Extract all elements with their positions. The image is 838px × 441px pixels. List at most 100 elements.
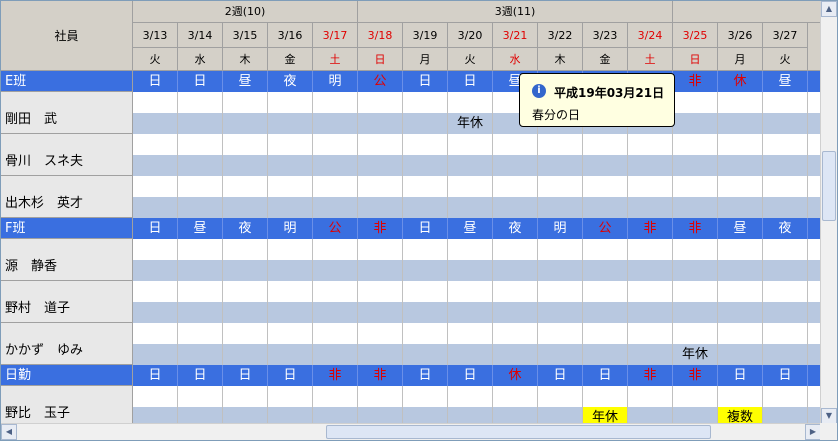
schedule-cell[interactable] [223,386,268,407]
shift-cell[interactable]: 昼 [448,218,493,239]
leave-cell[interactable] [178,344,223,365]
shift-cell[interactable]: 夜 [268,71,313,92]
leave-cell[interactable] [493,197,538,218]
schedule-cell[interactable] [538,134,583,155]
shift-cell[interactable]: 非 [358,218,403,239]
leave-cell[interactable] [313,155,358,176]
leave-cell[interactable] [223,260,268,281]
leave-cell[interactable] [358,260,403,281]
leave-cell[interactable] [358,302,403,323]
shift-cell[interactable]: 夜 [763,218,808,239]
shift-cell[interactable]: 昼 [223,71,268,92]
shift-cell[interactable]: 日 [133,218,178,239]
schedule-cell[interactable] [583,134,628,155]
leave-cell[interactable] [673,155,718,176]
shift-cell[interactable]: 日 [718,365,763,386]
employee-name[interactable]: 野比 玉子 [1,386,133,424]
leave-cell[interactable] [403,407,448,424]
schedule-cell[interactable] [313,323,358,344]
leave-cell[interactable] [538,344,583,365]
shift-cell[interactable]: 非 [313,365,358,386]
shift-cell[interactable]: 非 [628,365,673,386]
leave-cell[interactable] [628,197,673,218]
schedule-cell[interactable] [313,281,358,302]
leave-cell[interactable] [628,302,673,323]
schedule-cell[interactable] [718,176,763,197]
schedule-cell[interactable] [673,239,718,260]
schedule-cell[interactable] [538,281,583,302]
shift-cell[interactable]: 昼 [763,71,808,92]
employee-name[interactable]: 剛田 武 [1,92,133,134]
leave-cell[interactable] [268,113,313,134]
schedule-cell[interactable] [133,92,178,113]
leave-cell[interactable] [583,260,628,281]
leave-cell[interactable]: 年休 [673,344,718,365]
leave-cell[interactable] [628,155,673,176]
schedule-cell[interactable] [493,386,538,407]
schedule-cell[interactable] [133,281,178,302]
schedule-cell[interactable] [178,386,223,407]
leave-cell[interactable] [313,344,358,365]
shift-cell[interactable]: 夜 [493,218,538,239]
leave-cell[interactable] [718,155,763,176]
schedule-cell[interactable] [538,176,583,197]
employee-name[interactable]: 出木杉 英才 [1,176,133,218]
leave-cell[interactable] [628,260,673,281]
schedule-cell[interactable] [583,176,628,197]
leave-cell[interactable] [718,302,763,323]
schedule-cell[interactable] [763,134,808,155]
vertical-scrollbar[interactable]: ▲ ▼ [820,1,837,424]
shift-cell[interactable]: 休 [718,71,763,92]
leave-cell[interactable] [178,113,223,134]
leave-cell[interactable] [718,113,763,134]
shift-cell[interactable]: 休 [493,365,538,386]
leave-cell[interactable] [673,407,718,424]
schedule-cell[interactable] [718,92,763,113]
schedule-cell[interactable] [448,134,493,155]
schedule-cell[interactable] [628,134,673,155]
shift-cell[interactable]: 公 [583,218,628,239]
schedule-cell[interactable] [448,239,493,260]
employee-name[interactable]: 骨川 スネ夫 [1,134,133,176]
leave-cell[interactable] [538,260,583,281]
shift-cell[interactable]: 日 [448,365,493,386]
shift-cell[interactable]: 日 [403,71,448,92]
schedule-cell[interactable] [313,386,358,407]
schedule-cell[interactable] [178,323,223,344]
leave-cell[interactable] [358,197,403,218]
shift-cell[interactable]: 日 [178,71,223,92]
schedule-cell[interactable] [133,386,178,407]
vertical-scroll-thumb[interactable] [822,151,836,221]
leave-cell[interactable] [493,155,538,176]
leave-cell[interactable] [223,302,268,323]
leave-cell[interactable] [538,197,583,218]
leave-cell[interactable] [178,155,223,176]
schedule-cell[interactable] [628,323,673,344]
leave-cell[interactable] [358,344,403,365]
leave-cell[interactable] [268,197,313,218]
leave-cell[interactable] [628,407,673,424]
leave-cell[interactable] [223,113,268,134]
leave-cell[interactable] [313,302,358,323]
shift-cell[interactable]: 非 [358,365,403,386]
schedule-cell[interactable] [358,323,403,344]
leave-cell[interactable] [448,197,493,218]
schedule-cell[interactable] [718,134,763,155]
schedule-cell[interactable] [763,239,808,260]
shift-cell[interactable]: 非 [673,71,718,92]
schedule-cell[interactable] [178,281,223,302]
leave-cell[interactable] [583,344,628,365]
schedule-cell[interactable] [223,134,268,155]
schedule-cell[interactable] [403,281,448,302]
shift-cell[interactable]: 日 [268,365,313,386]
schedule-cell[interactable] [583,281,628,302]
leave-cell[interactable] [538,155,583,176]
schedule-cell[interactable] [673,323,718,344]
leave-cell[interactable] [763,260,808,281]
schedule-cell[interactable] [268,386,313,407]
shift-cell[interactable]: 日 [403,218,448,239]
leave-cell[interactable] [268,155,313,176]
schedule-cell[interactable] [493,323,538,344]
schedule-cell[interactable] [313,176,358,197]
schedule-cell[interactable] [178,176,223,197]
